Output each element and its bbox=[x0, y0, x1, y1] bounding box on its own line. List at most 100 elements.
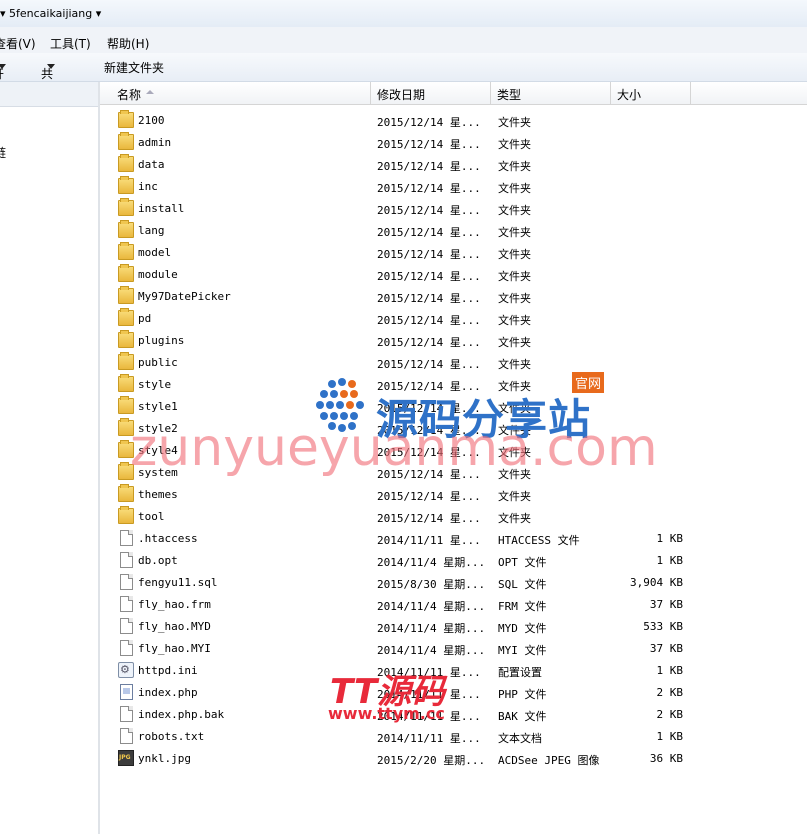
folder-row[interactable]: tool 2015/12/14 星... 文件夹 bbox=[100, 506, 807, 528]
image-file-icon bbox=[118, 750, 134, 766]
file-name: inc bbox=[138, 180, 158, 193]
folder-icon bbox=[118, 110, 134, 128]
file-date: 2015/12/14 星... bbox=[377, 292, 481, 305]
file-date: 2015/12/14 星... bbox=[377, 358, 481, 371]
folder-row[interactable]: My97DatePicker 2015/12/14 星... 文件夹 bbox=[100, 286, 807, 308]
file-row[interactable]: fly_hao.MYD 2014/11/4 星期... MYD 文件 533 KB bbox=[100, 616, 807, 638]
file-type: HTACCESS 文件 bbox=[498, 534, 580, 547]
folder-icon bbox=[118, 154, 134, 172]
file-row[interactable]: fengyu11.sql 2015/8/30 星期... SQL 文件 3,904 K… bbox=[100, 572, 807, 594]
file-name: themes bbox=[138, 488, 178, 501]
share-button[interactable]: 共享 bbox=[41, 59, 55, 98]
file-size: 37 KB bbox=[649, 642, 683, 655]
file-row[interactable]: index.php.bak 2014/11/11 星... BAK 文件 2 KB bbox=[100, 704, 807, 726]
folder-row[interactable]: install 2015/12/14 星... 文件夹 bbox=[100, 198, 807, 220]
folder-row[interactable]: data 2015/12/14 星... 文件夹 bbox=[100, 154, 807, 176]
folder-row[interactable]: model 2015/12/14 星... 文件夹 bbox=[100, 242, 807, 264]
file-type: 文件夹 bbox=[498, 490, 531, 503]
navigation-pane[interactable]: 链 bbox=[0, 82, 100, 834]
file-row[interactable]: fly_hao.MYI 2014/11/4 星期... MYI 文件 37 KB bbox=[100, 638, 807, 660]
php-file-icon bbox=[120, 684, 133, 700]
file-size: 1 KB bbox=[656, 554, 684, 567]
file-name: public bbox=[138, 356, 178, 369]
menu-help[interactable]: 帮助(H) bbox=[107, 35, 149, 52]
file-date: 2015/12/14 星... bbox=[377, 182, 481, 195]
column-name[interactable]: 名称 bbox=[100, 82, 371, 104]
file-name: .htaccess bbox=[138, 532, 198, 545]
file-type: 文件夹 bbox=[498, 116, 531, 129]
navigation-pane-header bbox=[0, 82, 98, 107]
file-row[interactable]: ynkl.jpg 2015/2/20 星期... ACDSee JPEG 图像 36 … bbox=[100, 748, 807, 770]
file-icon bbox=[120, 618, 133, 634]
file-type: 文件夹 bbox=[498, 182, 531, 195]
file-type: OPT 文件 bbox=[498, 556, 547, 569]
file-name: style bbox=[138, 378, 172, 391]
file-row[interactable]: robots.txt 2014/11/11 星... 文本文档 1 KB bbox=[100, 726, 807, 748]
file-size: 1 KB bbox=[656, 532, 684, 545]
file-date: 2014/11/11 星... bbox=[377, 732, 481, 745]
file-date: 2015/12/14 星... bbox=[377, 314, 481, 327]
folder-row[interactable]: inc 2015/12/14 星... 文件夹 bbox=[100, 176, 807, 198]
folder-icon bbox=[118, 176, 134, 194]
toolbar: 开 共享 新建文件夹 bbox=[0, 53, 807, 98]
file-date: 2015/12/14 星... bbox=[377, 336, 481, 349]
file-type: SQL 文件 bbox=[498, 578, 547, 591]
folder-icon bbox=[118, 484, 134, 502]
folder-row[interactable]: public 2015/12/14 星... 文件夹 bbox=[100, 352, 807, 374]
file-row[interactable]: index.php 2014/11/11 星... PHP 文件 2 KB bbox=[100, 682, 807, 704]
file-name: ynkl.jpg bbox=[138, 752, 191, 765]
file-name: model bbox=[138, 246, 172, 259]
file-type: 文件夹 bbox=[498, 160, 531, 173]
file-type: FRM 文件 bbox=[498, 600, 547, 613]
address-bar[interactable]: ▾ 5fencaikaijiang ▾ bbox=[0, 0, 807, 28]
folder-row[interactable]: lang 2015/12/14 星... 文件夹 bbox=[100, 220, 807, 242]
settings-file-icon bbox=[118, 662, 134, 678]
file-row[interactable]: httpd.ini2014/11/11 星...配置设置1 KB bbox=[100, 660, 807, 682]
folder-row[interactable]: admin 2015/12/14 星... 文件夹 bbox=[100, 132, 807, 154]
column-header: 名称 修改日期 类型 大小 bbox=[100, 82, 807, 105]
file-date: 2015/12/14 星... bbox=[377, 270, 481, 283]
file-row[interactable]: .htaccess 2014/11/11 星... HTACCESS 文件 1 KB bbox=[100, 528, 807, 550]
folder-row[interactable]: plugins 2015/12/14 星... 文件夹 bbox=[100, 330, 807, 352]
folder-icon bbox=[118, 286, 134, 304]
file-name: plugins bbox=[138, 334, 185, 347]
column-type[interactable]: 类型 bbox=[491, 82, 611, 104]
column-size-label: 大小 bbox=[617, 88, 642, 102]
sort-ascending-icon bbox=[146, 90, 154, 94]
open-button-label: 开 bbox=[0, 65, 4, 82]
watermark-brand-tag: 官网 bbox=[572, 372, 605, 393]
column-type-label: 类型 bbox=[497, 88, 522, 102]
column-date[interactable]: 修改日期 bbox=[371, 82, 491, 104]
new-folder-button[interactable]: 新建文件夹 bbox=[104, 59, 164, 76]
file-size: 1 KB bbox=[656, 664, 684, 677]
folder-row[interactable]: themes 2015/12/14 星... 文件夹 bbox=[100, 484, 807, 506]
column-size[interactable]: 大小 bbox=[611, 82, 691, 104]
open-button[interactable]: 开 bbox=[0, 59, 6, 81]
file-row[interactable]: fly_hao.frm 2014/11/4 星期... FRM 文件 37 KB bbox=[100, 594, 807, 616]
file-type: 文件夹 bbox=[498, 204, 531, 217]
file-name: fly_hao.MYD bbox=[138, 620, 211, 633]
menu-view[interactable]: 查看(V) bbox=[0, 35, 36, 52]
file-date: 2015/12/14 星... bbox=[377, 204, 481, 217]
file-name: lang bbox=[138, 224, 165, 237]
file-date: 2015/2/20 星期... bbox=[377, 754, 486, 767]
address-path[interactable]: ▾ 5fencaikaijiang ▾ bbox=[0, 7, 101, 20]
menu-tools[interactable]: 工具(T) bbox=[50, 35, 91, 52]
file-name: index.php.bak bbox=[138, 708, 225, 721]
folder-row[interactable]: module 2015/12/14 星... 文件夹 bbox=[100, 264, 807, 286]
folder-icon bbox=[118, 374, 134, 392]
file-name: pd bbox=[138, 312, 152, 325]
file-type: PHP 文件 bbox=[498, 688, 547, 701]
file-date: 2015/12/14 星... bbox=[377, 490, 481, 503]
folder-icon bbox=[118, 132, 134, 150]
file-row[interactable]: db.opt 2014/11/4 星期... OPT 文件 1 KB bbox=[100, 550, 807, 572]
folder-row[interactable]: 2100 2015/12/14 星... 文件夹 bbox=[100, 110, 807, 132]
file-icon bbox=[120, 706, 133, 722]
file-date: 2014/11/4 星期... bbox=[377, 622, 486, 635]
file-size: 1 KB bbox=[656, 730, 684, 743]
folder-icon bbox=[118, 242, 134, 260]
navigation-item-partial[interactable]: 链 bbox=[0, 144, 6, 161]
file-name: fly_hao.frm bbox=[138, 598, 211, 611]
watermark-tt-url: www.ttym.cc bbox=[328, 704, 445, 723]
folder-row[interactable]: pd 2015/12/14 星... 文件夹 bbox=[100, 308, 807, 330]
